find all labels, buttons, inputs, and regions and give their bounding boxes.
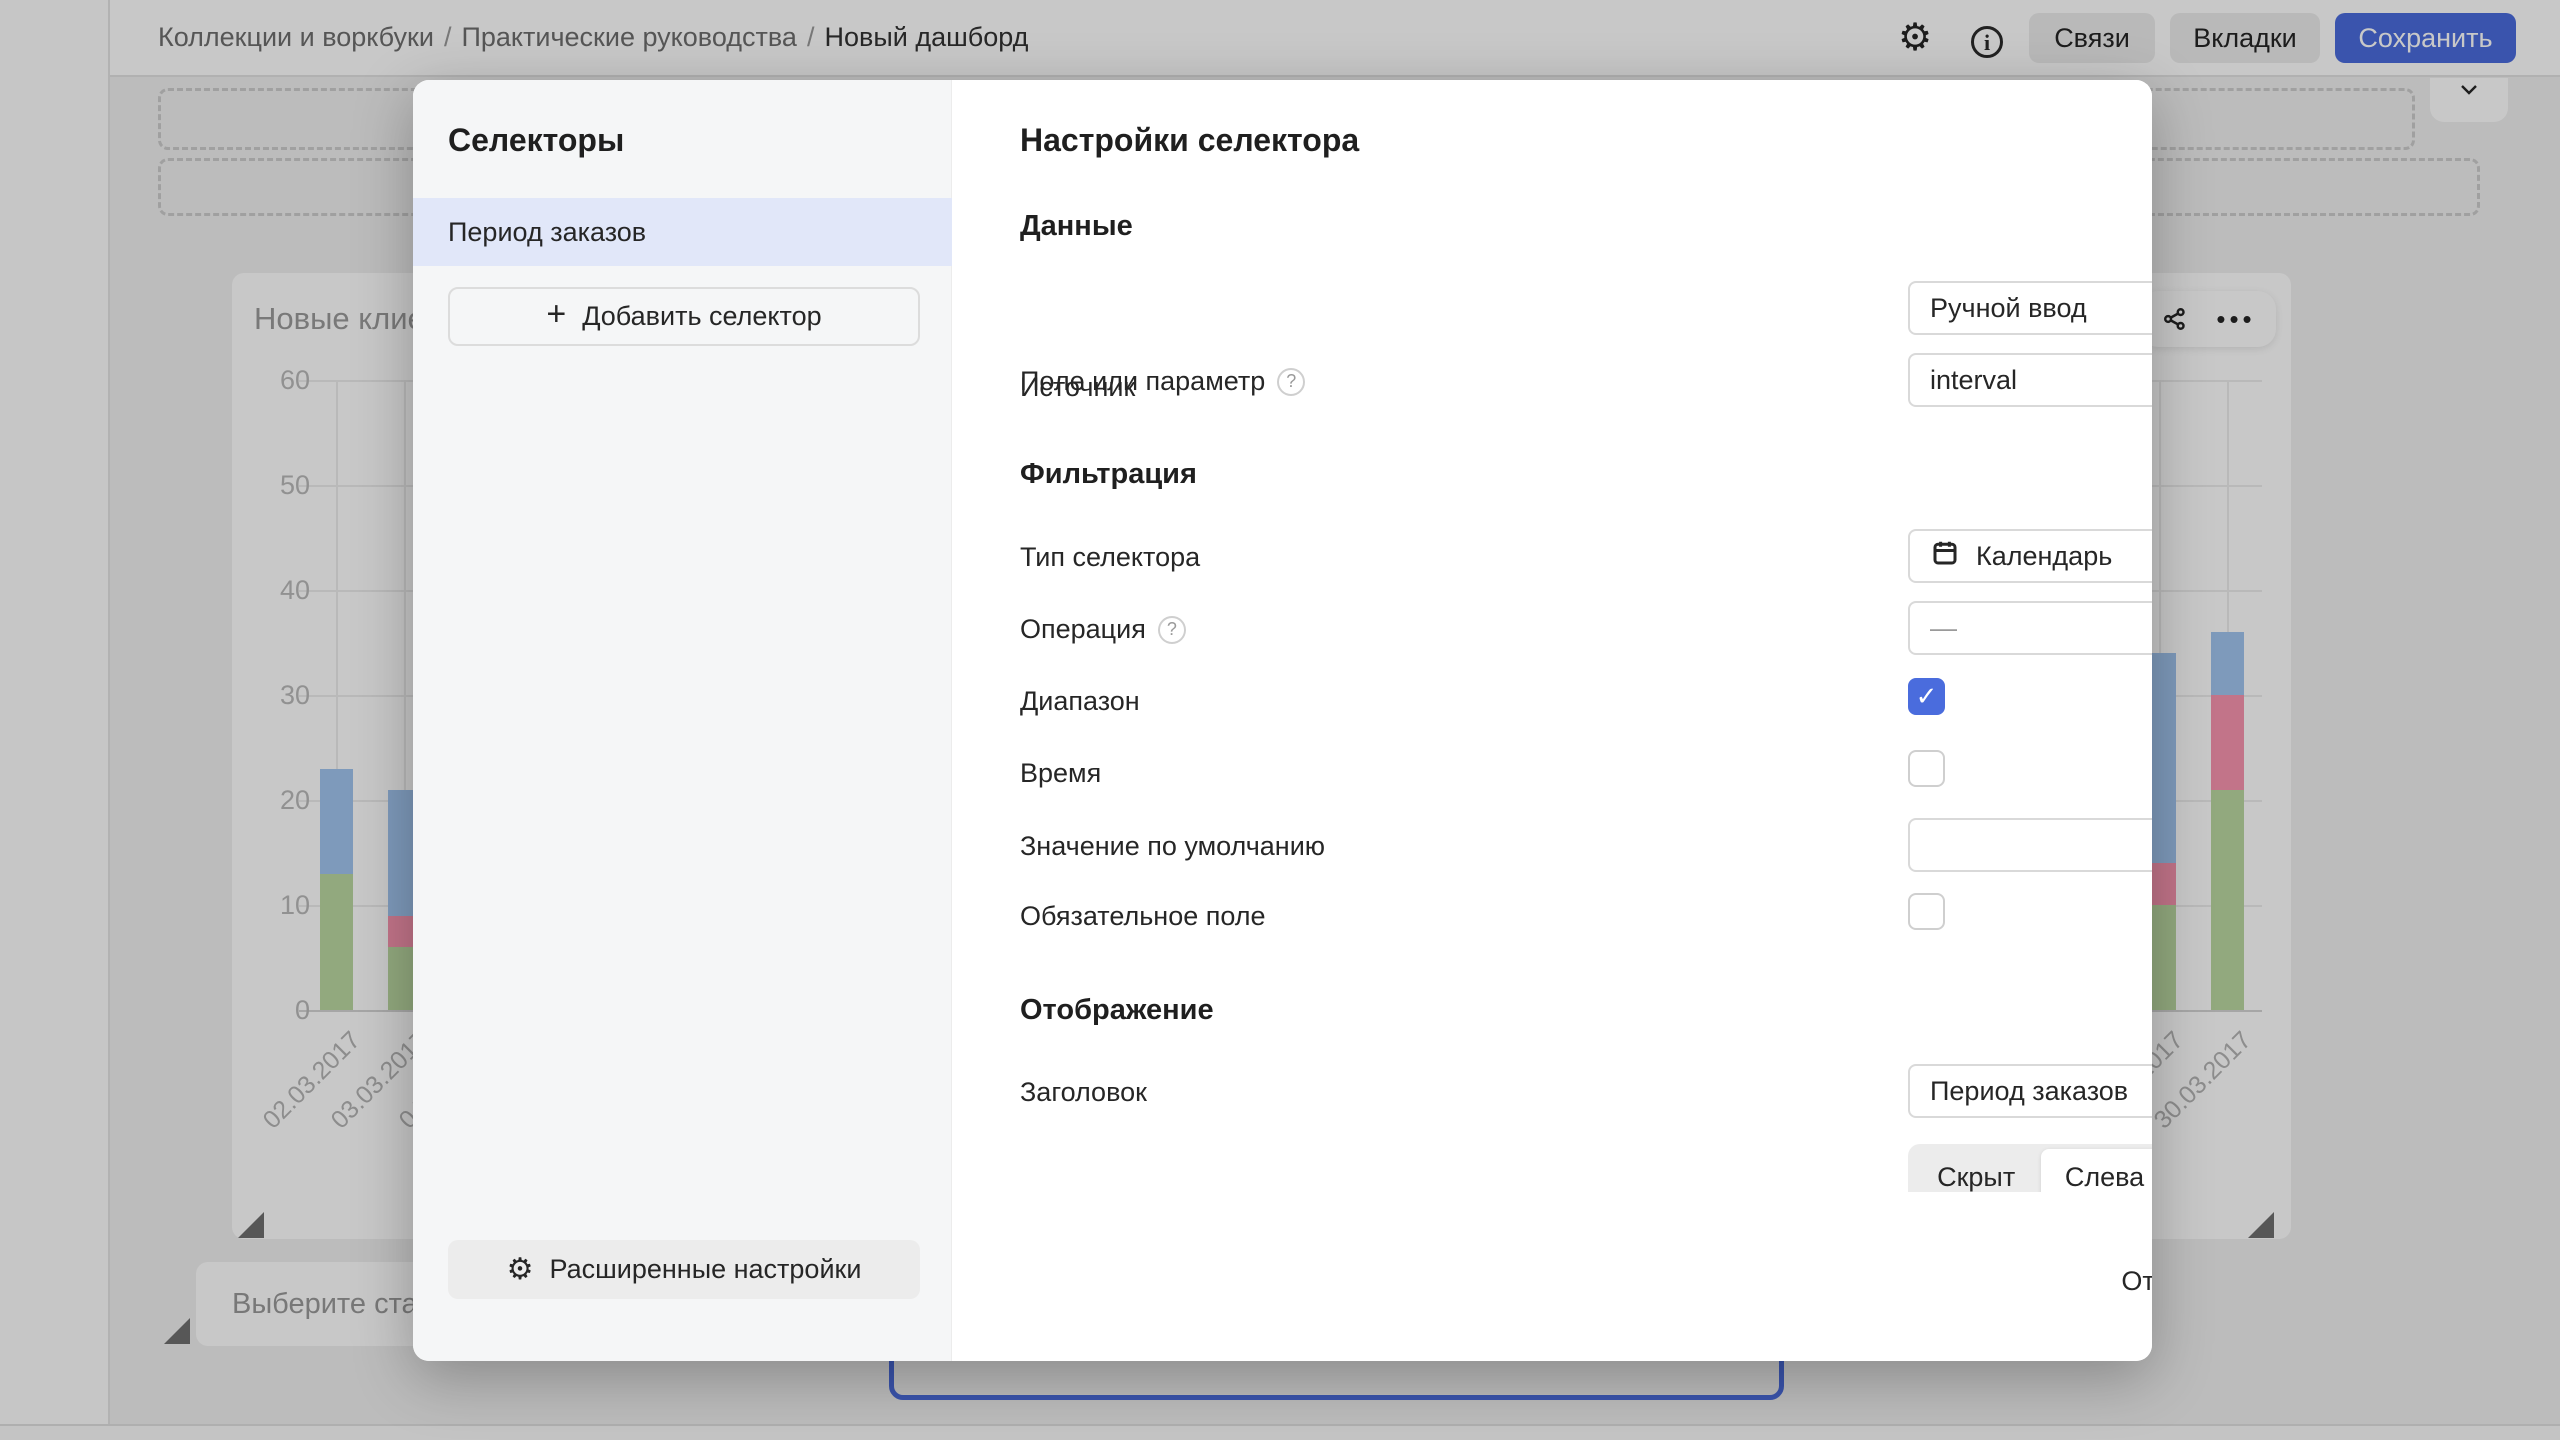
section-filtering-heading: Фильтрация bbox=[1020, 458, 1197, 491]
heading-label: Заголовок bbox=[1020, 1077, 1147, 1108]
plus-icon: + bbox=[546, 295, 566, 334]
section-data-heading: Данные bbox=[1020, 210, 1133, 243]
time-checkbox[interactable] bbox=[1908, 750, 1945, 787]
selectors-list-panel: Селекторы Период заказов + Добавить селе… bbox=[413, 80, 952, 1361]
datalens-dashboard-editor: Коллекции и воркбуки/Практические руково… bbox=[0, 0, 2560, 1440]
required-checkbox[interactable] bbox=[1908, 893, 1945, 930]
calendar-icon bbox=[1930, 538, 1976, 575]
gear-icon: ⚙ bbox=[507, 1255, 534, 1285]
required-field-label: Обязательное поле bbox=[1020, 901, 1266, 932]
selector-type-label: Тип селектора bbox=[1020, 542, 1200, 573]
field-or-param-input[interactable]: interval bbox=[1908, 353, 2152, 407]
default-value-button[interactable]: Не определено bbox=[1908, 818, 2152, 872]
selectors-dialog: Селекторы Период заказов + Добавить селе… bbox=[413, 80, 2152, 1361]
selector-list-item-period[interactable]: Период заказов bbox=[413, 198, 952, 266]
operation-select[interactable]: — bbox=[1908, 601, 2152, 655]
add-selector-button[interactable]: + Добавить селектор bbox=[448, 287, 920, 346]
selectors-panel-title: Селекторы bbox=[448, 122, 624, 159]
hint-question-icon[interactable]: ? bbox=[1158, 616, 1186, 644]
settings-panel-title: Настройки селектора bbox=[1020, 122, 1359, 159]
field-or-param-label: Поле или параметр ? bbox=[1020, 366, 1305, 397]
source-select[interactable]: Ручной ввод bbox=[1908, 281, 2152, 335]
hint-question-icon[interactable]: ? bbox=[1277, 368, 1305, 396]
range-checkbox[interactable]: ✓ bbox=[1908, 678, 1945, 715]
default-value-label: Значение по умолчанию bbox=[1020, 831, 1325, 862]
cancel-button[interactable]: Отменить bbox=[2093, 1250, 2152, 1312]
selector-type-select[interactable]: Календарь bbox=[1908, 529, 2152, 583]
operation-label: Операция ? bbox=[1020, 614, 1186, 645]
title-position-tabs: СкрытСлеваСверху bbox=[1908, 1144, 2152, 1192]
position-tab-Скрыт[interactable]: Скрыт bbox=[1913, 1149, 2039, 1192]
selector-settings-panel: Настройки селектора × Данные Источник Ру… bbox=[953, 80, 2152, 1361]
section-display-heading: Отображение bbox=[1020, 994, 1214, 1027]
heading-input[interactable]: Период заказов bbox=[1908, 1064, 2152, 1118]
position-tab-Слева[interactable]: Слева bbox=[2041, 1149, 2152, 1192]
range-label: Диапазон bbox=[1020, 686, 1140, 717]
advanced-settings-button[interactable]: ⚙ Расширенные настройки bbox=[448, 1240, 920, 1299]
time-label: Время bbox=[1020, 758, 1101, 789]
